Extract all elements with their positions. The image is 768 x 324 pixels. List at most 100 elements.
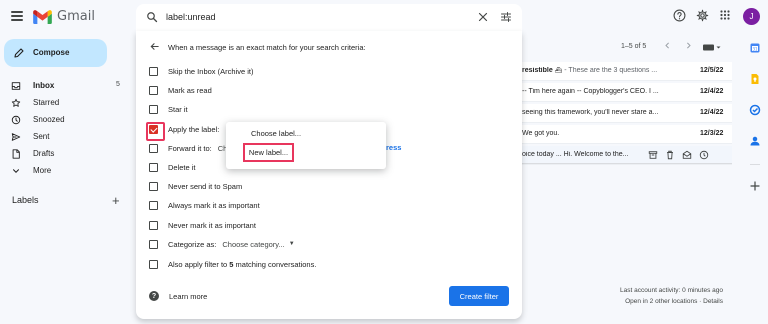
label-select-menu: Choose label... New label... [226,122,386,169]
search-icon[interactable] [146,11,158,23]
option-label: Skip the Inbox (Archive it) [168,66,254,76]
option-always-important[interactable]: Always mark it as important [149,199,260,211]
back-arrow-icon[interactable] [149,41,160,52]
checkbox[interactable] [149,220,158,230]
tasks-icon[interactable] [749,104,761,116]
option-categorize[interactable]: Categorize as: Choose category... ▼ [149,238,295,250]
sidebar-item-sent[interactable]: Sent [0,129,128,145]
caret-down-icon[interactable]: ▼ [289,241,295,247]
search-options-icon[interactable] [500,11,512,23]
get-addons-icon[interactable] [749,180,761,192]
search-query[interactable]: label:unread [166,12,216,22]
checkbox[interactable] [149,143,158,153]
add-label-icon[interactable]: + [112,193,120,208]
checkbox[interactable] [149,104,158,114]
sidebar-item-snoozed[interactable]: Snoozed [0,112,128,128]
option-skip-inbox[interactable]: Skip the Inbox (Archive it) [149,65,253,77]
inbox-count: 5 [116,81,120,88]
app-name: Gmail [57,9,95,24]
row-snippet: oice today ... Hi. Welcome to the... [522,151,629,158]
calendar-icon[interactable]: 31 [749,42,761,54]
option-label: Apply the label: [168,124,220,134]
row-date: 12/5/22 [700,67,724,74]
option-star-it[interactable]: Star it [149,103,188,115]
checkbox-checked[interactable] [149,124,158,134]
keep-icon[interactable] [749,73,761,85]
option-never-important[interactable]: Never mark it as important [149,219,256,231]
row-date: 12/3/22 [700,130,724,137]
row-date: 12/4/22 [700,88,724,95]
checkbox[interactable] [149,85,158,95]
option-forward-it[interactable]: Forward it to: Ch [149,142,227,154]
gear-icon[interactable] [696,9,709,22]
learn-more-label: Learn more [169,291,208,301]
sidebar-item-more[interactable]: More [0,163,128,179]
create-filter-panel: When a message is an exact match for you… [136,31,522,319]
table-row[interactable]: resistible ⛴ - These are the 3 questions… [522,62,732,81]
option-label: Always mark it as important [168,200,260,210]
checkbox[interactable] [149,181,158,191]
gmail-logo[interactable]: Gmail [33,9,95,24]
checkbox[interactable] [149,239,158,249]
table-row[interactable]: -- Tim here again -- Copyblogger's CEO. … [522,83,732,102]
close-icon[interactable] [477,11,489,23]
compose-button[interactable]: Compose [4,39,107,67]
table-row[interactable]: We got you. 12/3/22 [522,125,732,144]
table-row[interactable]: seeing this framework, you'll never star… [522,104,732,123]
option-apply-to-matching[interactable]: Also apply filter to 5 matching conversa… [149,258,316,270]
inbox-icon [11,82,21,90]
svg-text:31: 31 [752,47,758,52]
rail-divider [750,164,760,165]
labels-heading: Labels [12,195,39,205]
row-snippet: -- Tim here again -- Copyblogger's CEO. … [522,88,659,95]
category-select[interactable]: Choose category... [222,240,284,249]
send-icon [11,133,21,141]
other-locations-text[interactable]: Open in 2 other locations · Details [617,298,723,305]
input-tools-icon[interactable] [703,44,721,51]
search-bar[interactable]: label:unread [136,4,522,31]
table-row[interactable]: oice today ... Hi. Welcome to the... [522,146,732,165]
last-activity-text: Last account activity: 0 minutes ago [620,287,723,294]
checkbox[interactable] [149,162,158,172]
mark-as-read-icon[interactable] [682,150,692,160]
option-apply-label[interactable]: Apply the label: [146,121,220,141]
account-activity: Last account activity: 0 minutes ago Ope… [617,287,723,309]
option-label: Never mark it as important [168,220,256,230]
checkbox[interactable] [149,66,158,76]
menu-item-new-label[interactable]: New label... [243,143,294,162]
option-label: Star it [168,104,188,114]
row-snippet: - These are the 3 questions ... [562,67,658,74]
checkbox[interactable] [149,200,158,210]
option-label: Never send it to Spam [168,181,243,191]
sidebar-item-label: Sent [33,132,50,141]
option-mark-as-read[interactable]: Mark as read [149,84,212,96]
trash-icon[interactable] [665,150,675,160]
pencil-icon [14,48,24,58]
add-forwarding-address-link[interactable]: ress [386,143,401,152]
option-label: Categorize as: [168,239,217,249]
contacts-icon[interactable] [749,135,761,147]
archive-icon[interactable] [648,150,658,160]
sidebar-item-drafts[interactable]: Drafts [0,146,128,162]
sidebar-item-inbox[interactable]: Inbox 5 [0,78,128,94]
option-label: Delete it [168,162,196,172]
compose-label: Compose [33,48,70,57]
create-filter-button[interactable]: Create filter [449,286,509,306]
chevron-down-icon [13,169,19,173]
main-menu-icon[interactable] [11,11,23,21]
help-icon[interactable] [673,9,686,22]
option-delete-it[interactable]: Delete it [149,161,196,173]
learn-more[interactable]: ? Learn more [149,291,207,301]
side-panel: 31 [742,0,768,324]
chevron-left-icon[interactable] [663,41,672,50]
sidebar-item-starred[interactable]: Starred [0,95,128,111]
pagination-text: 1–5 of 5 [621,43,647,50]
sidebar-item-label: Inbox [33,81,55,90]
chevron-right-icon[interactable] [684,41,693,50]
snooze-clock-icon[interactable] [699,150,709,160]
checkbox[interactable] [149,259,158,269]
menu-item-choose-label[interactable]: Choose label... [251,129,301,138]
option-never-spam[interactable]: Never send it to Spam [149,180,242,192]
sidebar-item-label: Drafts [33,149,55,158]
apps-grid-icon[interactable] [719,9,731,21]
